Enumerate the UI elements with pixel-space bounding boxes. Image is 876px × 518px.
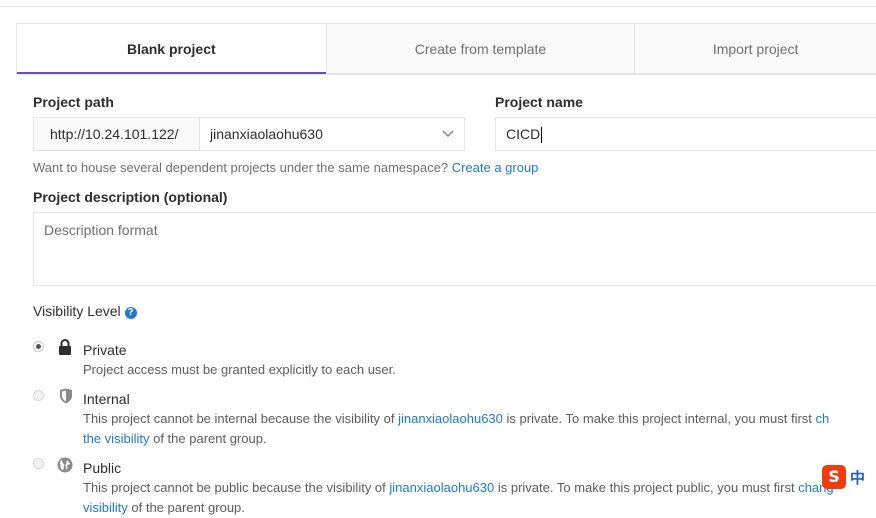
create-group-link[interactable]: Create a group [452, 160, 539, 175]
project-name-label: Project name [495, 94, 583, 110]
public-namespace-link[interactable]: jinanxiaolaohu630 [389, 480, 494, 495]
visibility-level-text: Visibility Level [33, 303, 121, 319]
visibility-internal-radio[interactable] [33, 390, 44, 401]
namespace-value: jinanxiaolaohu630 [210, 126, 323, 142]
project-name-value: CICD [506, 126, 541, 142]
internal-desc-rest: of the parent group. [153, 431, 267, 446]
visibility-level-label: Visibility Level? [33, 303, 137, 319]
internal-desc-mid: is private. To make this project interna… [506, 411, 812, 426]
project-description-textarea[interactable]: Description format [33, 212, 876, 286]
path-prefix: http://10.24.101.122/ [33, 117, 200, 151]
ime-indicator[interactable]: S 中 [822, 464, 876, 490]
top-divider [0, 6, 876, 7]
internal-desc-text: This project cannot be internal because … [83, 411, 395, 426]
visibility-private-radio[interactable] [33, 341, 44, 352]
visibility-private-title: Private [83, 342, 127, 358]
text-cursor [541, 127, 543, 144]
visibility-public-title: Public [83, 460, 122, 476]
namespace-help-text: Want to house several dependent projects… [33, 160, 449, 175]
ime-logo-icon: S [822, 465, 846, 489]
tab-import-project[interactable]: Import project [634, 24, 876, 74]
internal-visibility-link[interactable]: the visibility [83, 431, 149, 446]
tab-create-from-template[interactable]: Create from template [325, 24, 635, 74]
visibility-internal-desc-line2: the visibility of the parent group. [83, 429, 267, 449]
namespace-select[interactable]: jinanxiaolaohu630 [199, 117, 465, 151]
lock-icon [59, 339, 71, 355]
shield-icon [60, 388, 72, 404]
description-placeholder: Description format [44, 222, 158, 238]
tab-blank-project[interactable]: Blank project [17, 24, 326, 74]
internal-change-link[interactable]: ch [816, 411, 830, 426]
public-visibility-link[interactable]: visibility [83, 500, 128, 515]
visibility-public-desc-line2: visibility of the parent group. [83, 498, 245, 518]
visibility-private-desc: Project access must be granted explicitl… [83, 362, 396, 377]
globe-icon [57, 457, 73, 473]
question-circle-icon[interactable]: ? [124, 307, 137, 319]
public-desc-text: This project cannot be public because th… [83, 480, 386, 495]
public-desc-mid: is private. To make this project public,… [497, 480, 795, 495]
visibility-public-desc: This project cannot be public because th… [83, 478, 834, 498]
internal-namespace-link[interactable]: jinanxiaolaohu630 [398, 411, 503, 426]
project-description-label: Project description (optional) [33, 189, 228, 205]
visibility-public-radio[interactable] [33, 458, 44, 469]
visibility-internal-desc: This project cannot be internal because … [83, 409, 829, 429]
visibility-internal-title: Internal [83, 391, 130, 407]
project-tabs: Blank project Create from template Impor… [16, 23, 876, 75]
namespace-help: Want to house several dependent projects… [33, 160, 538, 175]
project-name-input[interactable]: CICD [495, 117, 876, 151]
ime-mode: 中 [850, 468, 866, 487]
chevron-down-icon [442, 130, 454, 138]
project-path-label: Project path [33, 94, 114, 110]
public-desc-rest: of the parent group. [131, 500, 245, 515]
